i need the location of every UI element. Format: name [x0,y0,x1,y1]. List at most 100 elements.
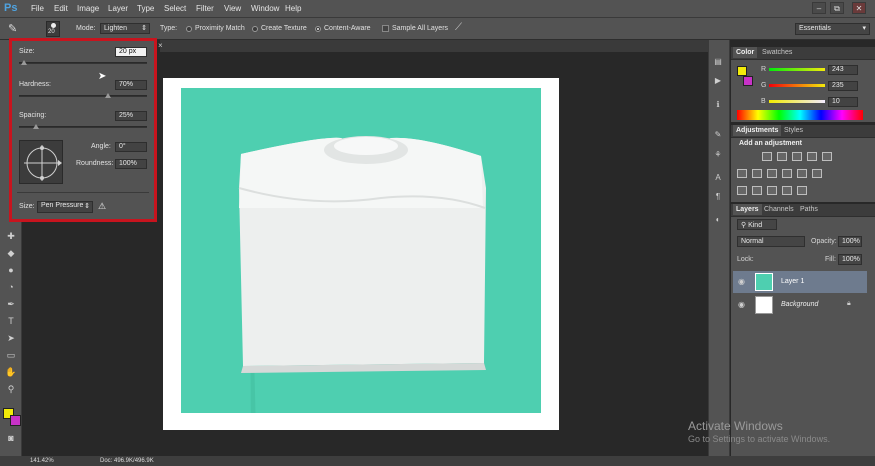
hardness-slider-thumb[interactable] [105,93,111,98]
g-slider[interactable] [769,84,825,87]
spacing-input[interactable]: 25% [115,111,147,121]
size-slider-thumb[interactable] [21,60,27,65]
visibility-eye-icon[interactable]: ◉ [738,300,745,309]
fg-color-chip[interactable] [737,66,747,76]
create-texture-radio[interactable] [252,26,258,32]
size-control-dropdown[interactable]: Pen Pressure ⇕ [37,201,93,213]
adjustment-icons-grid [737,152,842,196]
workspace-dropdown[interactable]: Essentials ▾ [795,23,870,35]
color-balance-icon[interactable] [752,169,762,178]
channel-g-label: G [761,82,767,89]
paragraph-icon[interactable]: ¶ [712,192,724,202]
restore-button[interactable]: ⧉ [830,2,844,14]
channel-mixer-icon[interactable] [797,169,807,178]
roundness-input[interactable]: 100% [115,159,147,169]
menu-file[interactable]: File [31,4,44,13]
menu-filter[interactable]: Filter [196,4,214,13]
menu-help[interactable]: Help [285,4,301,13]
menu-select[interactable]: Select [164,4,186,13]
photo-filter-icon[interactable] [782,169,792,178]
menu-edit[interactable]: Edit [54,4,68,13]
rectangle-tool-icon[interactable]: ▭ [5,349,17,361]
black-white-icon[interactable] [767,169,777,178]
angle-roundness-widget[interactable] [19,140,63,184]
sample-all-checkbox[interactable] [382,25,389,32]
layer-row-layer1[interactable]: ◉ Layer 1 [733,271,867,293]
opacity-input[interactable]: 100% [838,236,862,247]
tab-adjustments[interactable]: Adjustments [733,125,782,136]
r-value[interactable]: 243 [828,65,858,75]
paint-bucket-icon[interactable]: ◆ [5,247,17,259]
hardness-slider[interactable] [19,95,147,97]
curves-icon[interactable] [792,152,802,161]
proximity-radio[interactable] [186,26,192,32]
mode-dropdown[interactable]: Lighten ⇕ [100,23,150,34]
menu-window[interactable]: Window [251,4,279,13]
tab-styles[interactable]: Styles [781,125,806,136]
vibrance-icon[interactable] [822,152,832,161]
b-value[interactable]: 10 [828,97,858,107]
healing-tool-icon[interactable]: ✚ [5,230,17,242]
angle-input[interactable]: 0° [115,142,147,152]
g-value[interactable]: 235 [828,81,858,91]
hardness-input[interactable]: 70% [115,80,147,90]
document-tab-bar [160,40,730,52]
minimize-button[interactable]: – [812,2,826,14]
zoom-tool-icon[interactable]: ⚲ [5,383,17,395]
selective-color-icon[interactable] [782,186,792,195]
actions-play-icon[interactable]: ▶ [712,76,724,86]
tab-swatches[interactable]: Swatches [759,47,795,58]
tab-paths[interactable]: Paths [797,204,821,215]
pressure-icon[interactable]: ⟋ [455,22,462,33]
tab-channels[interactable]: Channels [761,204,797,215]
brush-preset-picker[interactable]: 20 [46,21,60,37]
brush-panel-icon[interactable]: ✎ [712,130,724,140]
path-selection-icon[interactable]: ➤ [5,332,17,344]
content-aware-radio[interactable] [315,26,321,32]
size-slider[interactable] [19,62,147,64]
invert-icon[interactable] [737,186,747,195]
properties-icon[interactable]: ◐ [712,215,724,225]
clone-source-icon[interactable]: ⚘ [712,150,724,160]
b-slider[interactable] [769,100,825,103]
info-icon[interactable]: ℹ [712,100,724,110]
dodge-tool-icon[interactable]: ◔ [5,281,17,293]
zoom-level[interactable]: 141.42% [30,458,54,464]
layer-filter-dropdown[interactable]: ⚲ Kind [737,219,777,230]
gradient-map-icon[interactable] [797,186,807,195]
close-button[interactable]: ✕ [852,2,866,14]
levels-icon[interactable] [777,152,787,161]
tab-layers[interactable]: Layers [733,204,762,215]
color-lookup-icon[interactable] [812,169,822,178]
threshold-icon[interactable] [767,186,777,195]
bg-color-chip[interactable] [743,76,753,86]
r-slider[interactable] [769,68,825,71]
visibility-eye-icon[interactable]: ◉ [738,277,745,286]
menu-view[interactable]: View [224,4,241,13]
close-tab-icon[interactable]: × [158,41,163,50]
pen-tool-icon[interactable]: ✒ [5,298,17,310]
history-icon[interactable]: ▤ [712,57,724,67]
color-spectrum-bar[interactable] [737,110,863,120]
type-tool-icon[interactable]: T [5,315,17,327]
size-input[interactable]: 20 px [115,47,147,57]
layer-row-background[interactable]: ◉ Background 🔒︎ [733,294,867,316]
healing-brush-icon[interactable]: ✎ [8,22,28,36]
hand-tool-icon[interactable]: ✋ [5,366,17,378]
menu-layer[interactable]: Layer [108,4,128,13]
spacing-slider-thumb[interactable] [33,124,39,129]
character-icon[interactable]: A [712,173,724,183]
menu-image[interactable]: Image [77,4,99,13]
menu-type[interactable]: Type [137,4,154,13]
hue-saturation-icon[interactable] [737,169,747,178]
tab-color[interactable]: Color [733,47,758,58]
posterize-icon[interactable] [752,186,762,195]
quick-mask-icon[interactable]: ◙ [5,432,17,444]
brightness-icon[interactable] [762,152,772,161]
exposure-icon[interactable] [807,152,817,161]
background-color-swatch[interactable] [10,415,21,426]
blend-mode-dropdown[interactable]: Normal [737,236,805,247]
canvas-image[interactable] [181,88,541,433]
fill-input[interactable]: 100% [838,254,862,265]
blur-tool-icon[interactable]: ● [5,264,17,276]
